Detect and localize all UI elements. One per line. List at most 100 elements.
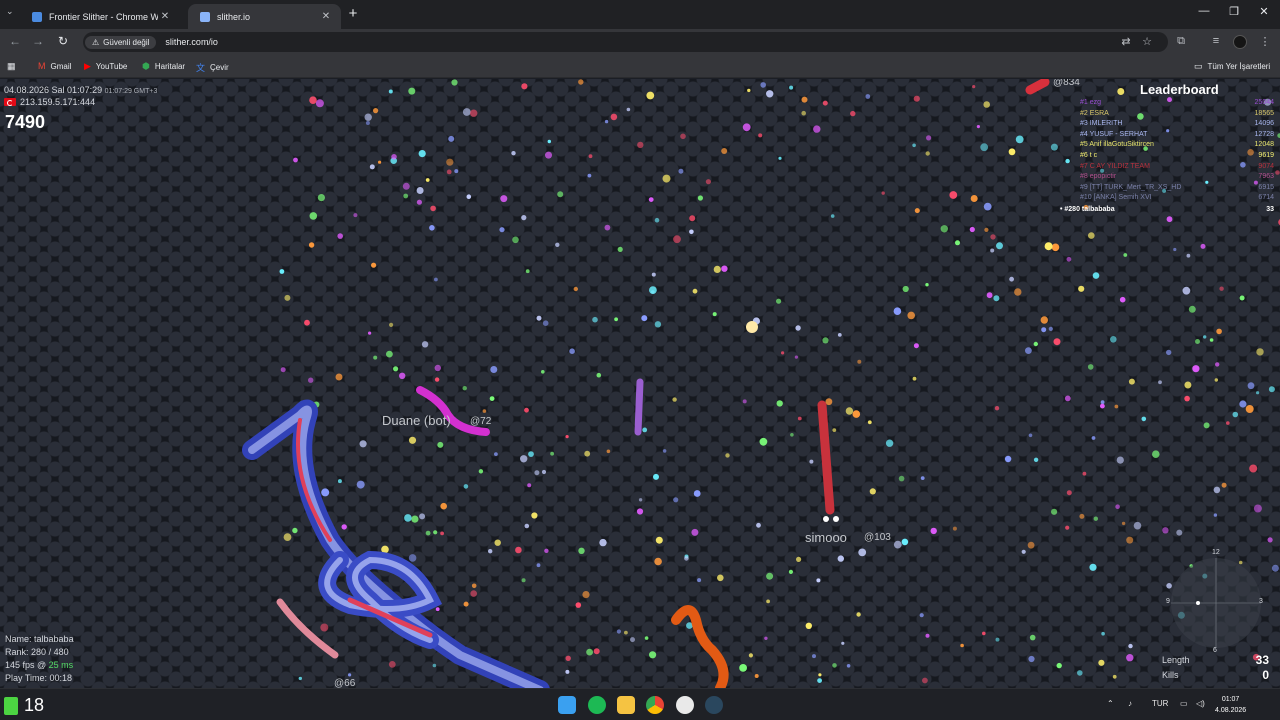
orange-snake xyxy=(671,605,729,688)
restore-button[interactable]: ❐ xyxy=(1219,5,1249,18)
stat-name-value: talbababa xyxy=(34,634,74,644)
bookmark-star-icon[interactable]: ☆ xyxy=(1138,35,1156,48)
all-bookmarks-label: Tüm Yer İşaretleri xyxy=(1207,62,1271,71)
kills-label: Kills xyxy=(1162,670,1179,680)
leaderboard-entry-score: 6714 xyxy=(1258,194,1274,202)
apps-grid-icon[interactable]: ▦ xyxy=(7,61,16,72)
snake-tag-simooo: @103 xyxy=(864,532,891,543)
bookmark-maps[interactable]: ⬢ Haritalar xyxy=(142,61,185,72)
close-tab-icon[interactable]: ✕ xyxy=(158,11,172,22)
extensions-icon[interactable]: ⧉ xyxy=(1172,35,1190,48)
minimap-label-bottom: 6 xyxy=(1213,647,1217,654)
leaderboard-entry-score: 14096 xyxy=(1254,120,1274,128)
datetime-readout: 04.08.2026 Sal 01:07:29 01:07:29 GMT+3 xyxy=(4,85,157,95)
purple-snake xyxy=(634,378,644,436)
snake-tag-top: @834 xyxy=(1053,79,1080,88)
reload-button[interactable]: ↻ xyxy=(53,34,73,48)
translate-page-icon[interactable]: ⇄ xyxy=(1117,35,1135,48)
new-tab-button[interactable]: + xyxy=(344,5,362,22)
folder-icon: ▭ xyxy=(1194,61,1203,71)
taskbar-clock[interactable]: 01:07 4.08.2026 xyxy=(1215,694,1246,716)
volume-icon[interactable]: ◁) xyxy=(1196,699,1205,708)
bookmark-label: Haritalar xyxy=(154,62,186,71)
score-value: 7490 xyxy=(5,112,46,132)
all-bookmarks[interactable]: ▭ Tüm Yer İşaretleri xyxy=(1194,61,1270,72)
media-control-icon[interactable]: ≡ xyxy=(1207,35,1225,47)
address-bar-row: ← → ↻ ⚠ Güvenli değil slither.com/io ⇄ ☆… xyxy=(0,29,1280,55)
bookmark-label: Gmail xyxy=(50,61,72,71)
taskbar-widget[interactable]: 18 xyxy=(4,695,44,716)
minimap-number: 12 xyxy=(1212,549,1220,556)
warning-icon: ⚠ xyxy=(92,37,100,47)
maps-icon: ⬢ xyxy=(142,61,150,71)
stat-ping: 25 ms xyxy=(48,660,74,670)
stat-rank-value: 280 xyxy=(31,647,47,657)
spotify-icon[interactable] xyxy=(588,696,606,714)
language-indicator[interactable]: TUR xyxy=(1152,699,1168,708)
tab-slither-io[interactable]: slither.io ✕ xyxy=(188,4,341,29)
bookmarks-bar: ▦ M Gmail ▶ YouTube ⬢ Haritalar 文 Çevir … xyxy=(0,55,1280,78)
datetime-text: 04.08.2026 Sal 01:07:29 xyxy=(4,85,103,95)
leaderboard-entry-score: 12728 xyxy=(1254,130,1274,138)
leaderboard-entry-score: 6915 xyxy=(1258,183,1274,191)
stat-rank-label: Rank: xyxy=(5,647,29,657)
translate-icon: 文 xyxy=(196,63,206,73)
profile-avatar[interactable] xyxy=(1233,35,1247,49)
leaderboard-self-score: 33 xyxy=(1266,206,1274,213)
tab-search-icon[interactable]: ⌄ xyxy=(6,6,14,17)
url-text[interactable]: slither.com/io xyxy=(165,37,218,47)
bookmark-translate[interactable]: 文 Çevir xyxy=(196,61,229,74)
server-ip-text: 213.159.5.171:444 xyxy=(20,97,96,107)
menu-kebab-icon[interactable]: ⋮ xyxy=(1256,35,1274,48)
leaderboard-entry-name: #4 YUSUF - SERHAT xyxy=(1080,130,1148,138)
leaderboard-entry-name: #5 Anif illaGotuSiktircen xyxy=(1080,141,1154,149)
github-icon[interactable] xyxy=(676,696,694,714)
minimize-button[interactable]: — xyxy=(1189,5,1219,17)
taskbar: 18 ⌃ ♪ TUR ▭ ◁) 01:07 4.08.2026 xyxy=(0,688,1280,720)
leaderboard-entry-score: 9619 xyxy=(1258,152,1274,159)
snake-tag-duane: @72 xyxy=(470,416,492,427)
red-snake-simooo xyxy=(817,400,839,522)
stat-perf: 145 fps @ 25 ms xyxy=(5,660,74,670)
clock-date: 4.08.2026 xyxy=(1215,707,1247,714)
leaderboard-title: Leaderboard xyxy=(1140,82,1219,97)
close-window-button[interactable]: ✕ xyxy=(1249,5,1279,18)
security-chip[interactable]: ⚠ Güvenli değil xyxy=(85,35,157,49)
snake-name-simooo: simooo xyxy=(805,530,847,545)
start-icon[interactable] xyxy=(558,696,576,714)
leaderboard-entry-name: #9 [TT] TURK_Mert_TR_XS_HD xyxy=(1080,183,1182,191)
game-canvas[interactable]: 04.08.2026 Sal 01:07:29 01:07:29 GMT+3 2… xyxy=(0,79,1280,688)
leaderboard-entry-name: #6 t c xyxy=(1080,152,1098,159)
omnibox[interactable]: ⚠ Güvenli değil slither.com/io xyxy=(83,32,1168,52)
youtube-icon: ▶ xyxy=(84,61,91,71)
tray-mic-icon[interactable]: ♪ xyxy=(1128,699,1132,708)
stat-playtime: Play Time: 00:18 xyxy=(5,673,72,683)
bookmark-youtube[interactable]: ▶ YouTube xyxy=(84,61,127,72)
stat-playtime-value: 00:18 xyxy=(49,673,73,683)
browser-tab-bar: ⌄ Frontier Slither - Chrome Web M ✕ slit… xyxy=(0,0,1280,29)
tab-frontier-slither[interactable]: Frontier Slither - Chrome Web M ✕ xyxy=(20,4,180,29)
forward-button[interactable]: → xyxy=(28,34,48,48)
server-ip: 213.159.5.171:444 xyxy=(4,97,95,107)
tray-chevron-icon[interactable]: ⌃ xyxy=(1107,699,1114,708)
network-icon[interactable]: ▭ xyxy=(1180,699,1188,708)
leaderboard-entry-score: 25044 xyxy=(1254,99,1274,106)
chrome-web-store-icon xyxy=(32,11,42,22)
file-explorer-icon[interactable] xyxy=(617,696,635,714)
back-button[interactable]: ← xyxy=(5,34,25,48)
leaderboard-entry-name: #10 [ANKA] Semih XVI xyxy=(1080,194,1152,202)
page-icon xyxy=(200,11,210,22)
chrome-icon[interactable] xyxy=(646,696,664,714)
datetime-tz: 01:07:29 GMT+3 xyxy=(104,88,158,95)
bookmark-gmail[interactable]: M Gmail xyxy=(38,61,71,71)
leaderboard-entry-score: 9074 xyxy=(1258,162,1274,170)
stat-name: Name: talbababa xyxy=(5,634,74,644)
leaderboard-entry-name: #3 IMLERITH xyxy=(1080,120,1123,128)
stat-rank-total: 480 xyxy=(53,647,69,657)
leaderboard-entry-score: 12048 xyxy=(1254,141,1274,149)
security-label: Güvenli değil xyxy=(103,37,150,47)
steam-icon[interactable] xyxy=(705,696,723,714)
tab-label: slither.io xyxy=(217,11,251,22)
bookmark-label: YouTube xyxy=(95,62,128,71)
close-tab-icon[interactable]: ✕ xyxy=(319,11,333,22)
